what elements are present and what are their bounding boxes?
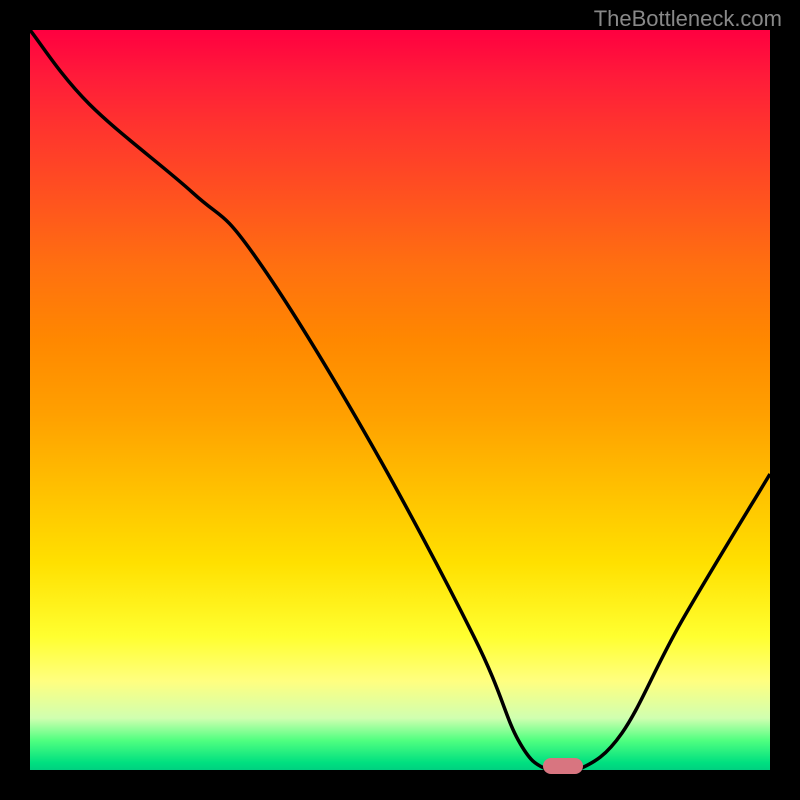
bottleneck-curve-path	[30, 30, 770, 770]
bottleneck-curve-svg	[30, 30, 770, 770]
optimal-point-marker	[543, 758, 583, 774]
chart-container: TheBottleneck.com	[0, 0, 800, 800]
watermark-text: TheBottleneck.com	[594, 6, 782, 32]
